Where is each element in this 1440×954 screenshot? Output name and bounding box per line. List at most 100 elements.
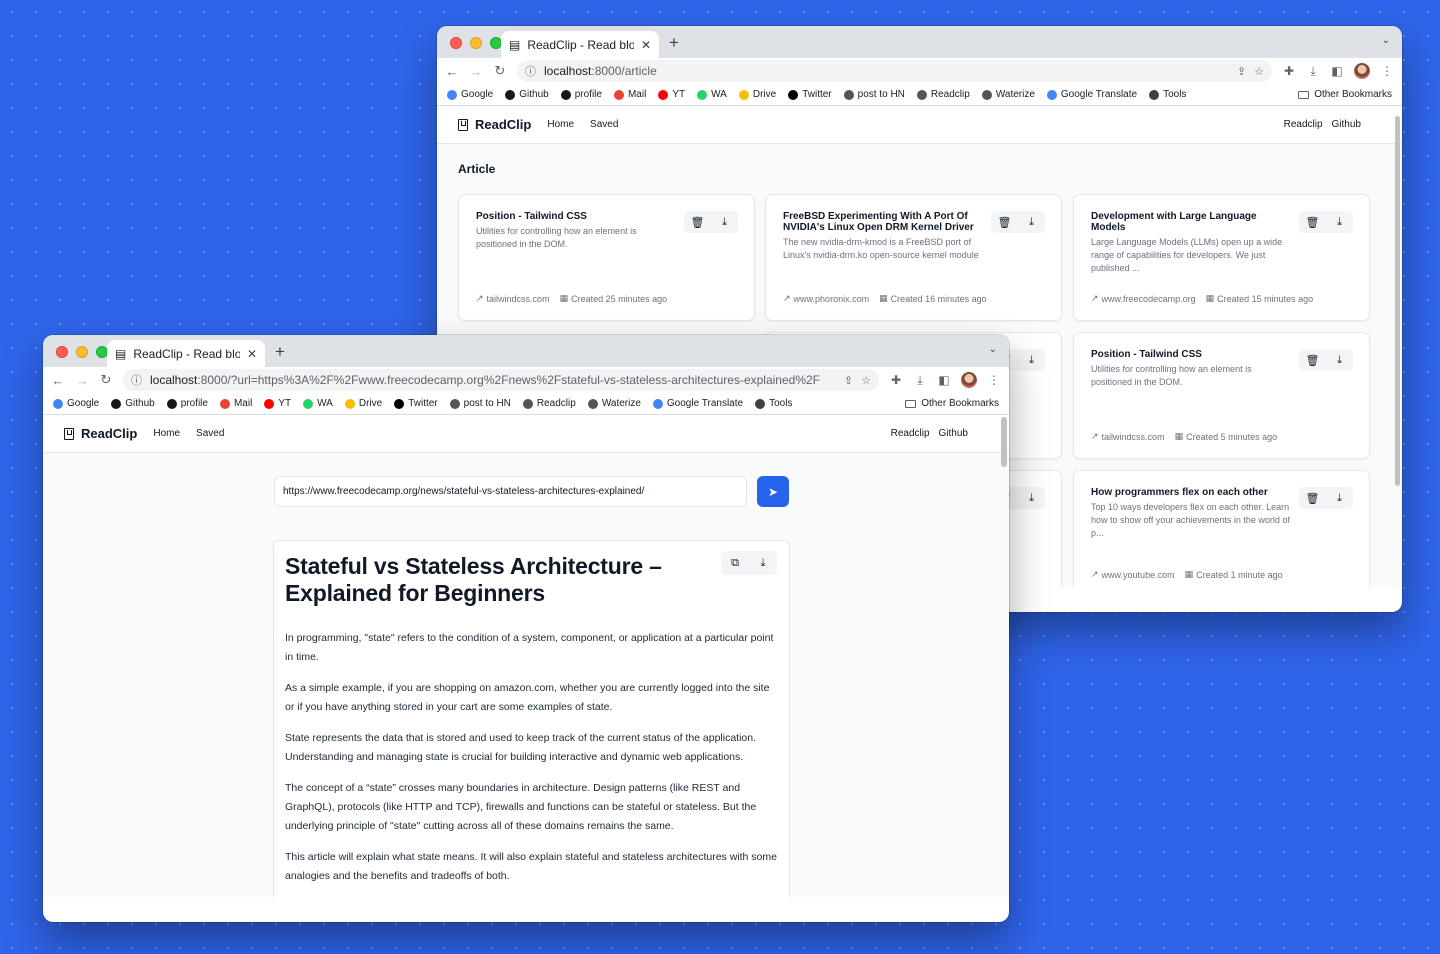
download-icon[interactable]: ⤓ [1326, 211, 1353, 233]
back-arrow-icon[interactable]: ← [445, 64, 459, 79]
forward-arrow-icon[interactable]: → [469, 64, 483, 79]
trash-icon[interactable]: 🗑 [991, 211, 1018, 233]
nav-readclip[interactable]: Readclip [1284, 119, 1323, 130]
address-bar[interactable]: ⓘ localhost:8000/?url=https%3A%2F%2Fwww.… [123, 369, 879, 391]
nav-home[interactable]: Home [547, 119, 574, 130]
bookmark-yt[interactable]: YT [264, 398, 291, 409]
article-card[interactable]: FreeBSD Experimenting With A Port Of NVI… [765, 194, 1062, 321]
download-icon[interactable]: ⤓ [749, 551, 777, 575]
new-tab-button[interactable]: + [275, 342, 285, 362]
trash-icon[interactable]: 🗑 [684, 211, 711, 233]
bookmark-drive[interactable]: Drive [738, 89, 776, 100]
submit-button[interactable]: ➤ [757, 476, 789, 507]
source-link[interactable]: ↗ tailwindcss.com [1091, 431, 1165, 442]
nav-home[interactable]: Home [153, 428, 180, 439]
article-card[interactable]: Position - Tailwind CSS Utilities for con… [1073, 332, 1370, 459]
bookmark-github[interactable]: Github [111, 398, 155, 409]
forward-arrow-icon[interactable]: → [75, 373, 89, 388]
download-icon[interactable]: ⤓ [913, 373, 927, 388]
download-icon[interactable]: ⤓ [1018, 211, 1045, 233]
close-window-button[interactable] [56, 346, 68, 358]
address-bar[interactable]: ⓘ localhost:8000/article ⇪ ☆ [517, 60, 1272, 82]
nav-github[interactable]: Github [939, 428, 968, 439]
bookmark-profile[interactable]: profile [166, 398, 208, 409]
side-panel-icon[interactable]: ◧ [937, 373, 951, 387]
source-link[interactable]: ↗ tailwindcss.com [476, 293, 550, 304]
share-icon[interactable]: ⇪ [1237, 65, 1246, 78]
card-title[interactable]: Development with Large Language Models [1091, 211, 1291, 233]
close-tab-icon[interactable]: ✕ [247, 347, 257, 361]
download-icon[interactable]: ⤓ [1018, 349, 1045, 371]
bookmark-drive[interactable]: Drive [344, 398, 382, 409]
bookmark-profile[interactable]: profile [560, 89, 602, 100]
trash-icon[interactable]: 🗑 [1299, 349, 1326, 371]
source-link[interactable]: ↗ www.phoronix.com [783, 293, 869, 304]
chevron-down-icon[interactable]: ⌄ [1382, 35, 1390, 46]
more-menu-icon[interactable]: ⋮ [1380, 64, 1394, 78]
site-info-icon[interactable]: ⓘ [131, 372, 142, 388]
chevron-down-icon[interactable]: ⌄ [989, 344, 997, 355]
download-icon[interactable]: ⤓ [711, 211, 738, 233]
reload-icon[interactable]: ↻ [99, 372, 113, 388]
brand-logo[interactable]: ReadClip [64, 426, 137, 441]
article-card[interactable]: Development with Large Language Models La… [1073, 194, 1370, 321]
bookmark-google[interactable]: Google [53, 398, 99, 409]
bookmark-readclip[interactable]: Readclip [522, 398, 576, 409]
nav-saved[interactable]: Saved [590, 119, 618, 130]
profile-avatar[interactable] [961, 372, 977, 388]
extensions-icon[interactable]: ✚ [889, 373, 903, 387]
close-tab-icon[interactable]: ✕ [641, 38, 651, 52]
bookmark-mail[interactable]: Mail [613, 89, 646, 100]
bookmark-post-to-hn[interactable]: post to HN [843, 89, 905, 100]
bookmark-twitter[interactable]: Twitter [788, 89, 832, 100]
bookmark-wa[interactable]: WA [303, 398, 333, 409]
nav-github[interactable]: Github [1332, 119, 1361, 130]
reload-icon[interactable]: ↻ [493, 63, 507, 79]
more-menu-icon[interactable]: ⋮ [987, 373, 1001, 387]
bookmark-twitter[interactable]: Twitter [394, 398, 438, 409]
close-window-button[interactable] [450, 37, 462, 49]
card-title[interactable]: How programmers flex on each other [1091, 487, 1291, 498]
nav-saved[interactable]: Saved [196, 428, 224, 439]
bookmark-tools[interactable]: Tools [755, 398, 792, 409]
minimize-window-button[interactable] [76, 346, 88, 358]
bookmark-github[interactable]: Github [505, 89, 549, 100]
source-link[interactable]: ↗ www.freecodecamp.org [1091, 293, 1196, 304]
profile-avatar[interactable] [1354, 63, 1370, 79]
bookmark-google-translate[interactable]: Google Translate [652, 398, 743, 409]
bookmark-yt[interactable]: YT [658, 89, 685, 100]
extensions-icon[interactable]: ✚ [1282, 64, 1296, 78]
download-icon[interactable]: ⤓ [1306, 64, 1320, 79]
bookmark-post-to-hn[interactable]: post to HN [449, 398, 511, 409]
share-icon[interactable]: ⇪ [844, 374, 853, 387]
trash-icon[interactable]: 🗑 [1299, 487, 1326, 509]
article-card[interactable]: Position - Tailwind CSS Utilities for con… [458, 194, 755, 321]
scrollbar[interactable] [1395, 116, 1400, 486]
bookmark-mail[interactable]: Mail [219, 398, 252, 409]
download-icon[interactable]: ⤓ [1018, 487, 1045, 509]
bookmark-google[interactable]: Google [447, 89, 493, 100]
card-title[interactable]: Position - Tailwind CSS [1091, 349, 1291, 360]
back-arrow-icon[interactable]: ← [51, 373, 65, 388]
star-icon[interactable]: ☆ [1254, 65, 1264, 78]
card-title[interactable]: Position - Tailwind CSS [476, 211, 676, 222]
minimize-window-button[interactable] [470, 37, 482, 49]
trash-icon[interactable]: 🗑 [1299, 211, 1326, 233]
other-bookmarks[interactable]: Other Bookmarks [1298, 89, 1392, 100]
download-icon[interactable]: ⤓ [1326, 349, 1353, 371]
site-info-icon[interactable]: ⓘ [525, 63, 536, 79]
card-title[interactable]: FreeBSD Experimenting With A Port Of NVI… [783, 211, 983, 233]
brand-logo[interactable]: ReadClip [458, 117, 531, 132]
bookmark-wa[interactable]: WA [697, 89, 727, 100]
copy-icon[interactable]: ⧉ [721, 551, 749, 575]
nav-readclip[interactable]: Readclip [891, 428, 930, 439]
bookmark-waterize[interactable]: Waterize [587, 398, 641, 409]
new-tab-button[interactable]: + [669, 33, 679, 53]
side-panel-icon[interactable]: ◧ [1330, 64, 1344, 78]
browser-tab[interactable]: ▤ ReadClip - Read blog or news ✕ [501, 31, 659, 58]
url-input[interactable]: https://www.freecodecamp.org/news/statef… [274, 476, 747, 507]
source-link[interactable]: ↗ www.youtube.com [1091, 569, 1175, 580]
download-icon[interactable]: ⤓ [1326, 487, 1353, 509]
bookmark-readclip[interactable]: Readclip [916, 89, 970, 100]
article-card[interactable]: How programmers flex on each other Top 10… [1073, 470, 1370, 587]
